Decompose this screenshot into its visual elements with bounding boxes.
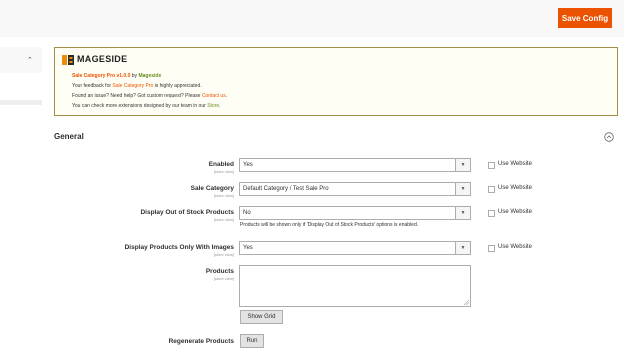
save-config-button[interactable]: Save Config bbox=[558, 8, 612, 28]
out-of-stock-note: Products will be shown only if 'Display … bbox=[240, 222, 419, 228]
mageside-logo-icon bbox=[62, 55, 74, 65]
products-textarea[interactable] bbox=[239, 265, 471, 307]
enabled-label: Enabled bbox=[208, 161, 234, 168]
mageside-brand: MAGESIDE bbox=[77, 54, 128, 64]
sale-category-label: Sale Category bbox=[190, 185, 234, 192]
out-of-stock-select[interactable]: No ▼ bbox=[239, 206, 471, 220]
out-of-stock-use-website-checkbox[interactable] bbox=[488, 210, 495, 217]
store-link[interactable]: Store bbox=[207, 103, 219, 109]
vendor-link[interactable]: Mageside bbox=[138, 73, 161, 79]
use-website-label: Use Website bbox=[498, 244, 532, 250]
enabled-use-website-checkbox[interactable] bbox=[488, 162, 495, 169]
product-version: Sale Category Pro v1.0.0 bbox=[72, 73, 131, 79]
collapse-circle-icon[interactable] bbox=[604, 132, 614, 142]
sidebar-tab-active[interactable] bbox=[0, 47, 42, 73]
dropdown-arrow-icon: ▼ bbox=[455, 207, 470, 219]
sidebar-item[interactable] bbox=[0, 100, 42, 105]
mageside-support-line: Found an issue? Need help? Got custom re… bbox=[72, 93, 228, 99]
use-website-label: Use Website bbox=[498, 161, 532, 167]
resize-handle-icon[interactable] bbox=[464, 300, 469, 305]
mageside-version-line: Sale Category Pro v1.0.0 by Mageside bbox=[72, 73, 162, 79]
products-scope: [store view] bbox=[213, 276, 234, 281]
mageside-info-box: MAGESIDE Sale Category Pro v1.0.0 by Mag… bbox=[54, 47, 618, 116]
use-website-label: Use Website bbox=[498, 209, 532, 215]
show-grid-button[interactable]: Show Grid bbox=[240, 310, 283, 324]
product-link[interactable]: Sale Category Pro bbox=[112, 83, 153, 89]
use-website-label: Use Website bbox=[498, 185, 532, 191]
only-with-images-label: Display Products Only With Images bbox=[124, 244, 234, 251]
sale-category-scope: [store view] bbox=[213, 193, 234, 198]
out-of-stock-label: Display Out of Stock Products bbox=[140, 209, 234, 216]
out-of-stock-scope: [store view] bbox=[213, 217, 234, 222]
enabled-scope: [store view] bbox=[213, 169, 234, 174]
contact-us-link[interactable]: Contact us bbox=[202, 93, 226, 99]
dropdown-arrow-icon: ▼ bbox=[455, 183, 470, 195]
section-title[interactable]: General bbox=[54, 132, 84, 141]
only-with-images-scope: [store view] bbox=[213, 252, 234, 257]
sale-category-use-website-checkbox[interactable] bbox=[488, 186, 495, 193]
enabled-select[interactable]: Yes ▼ bbox=[239, 158, 471, 172]
only-with-images-use-website-checkbox[interactable] bbox=[488, 245, 495, 252]
sale-category-select[interactable]: Default Category / Test Sale Pro ▼ bbox=[239, 182, 471, 196]
only-with-images-select[interactable]: Yes ▼ bbox=[239, 241, 471, 255]
mageside-feedback-line: Your feedback for Sale Category Pro is h… bbox=[72, 83, 202, 89]
chevron-up-icon[interactable]: ⌃ bbox=[27, 56, 33, 64]
dropdown-arrow-icon: ▼ bbox=[455, 159, 470, 171]
dropdown-arrow-icon: ▼ bbox=[455, 242, 470, 254]
run-button[interactable]: Run bbox=[240, 334, 264, 348]
products-label: Products bbox=[205, 268, 234, 275]
page-actions-bar: Save Config bbox=[0, 0, 624, 37]
mageside-store-line: You can check more extensions designed b… bbox=[72, 103, 221, 109]
regenerate-products-label: Regenerate Products bbox=[168, 338, 234, 345]
